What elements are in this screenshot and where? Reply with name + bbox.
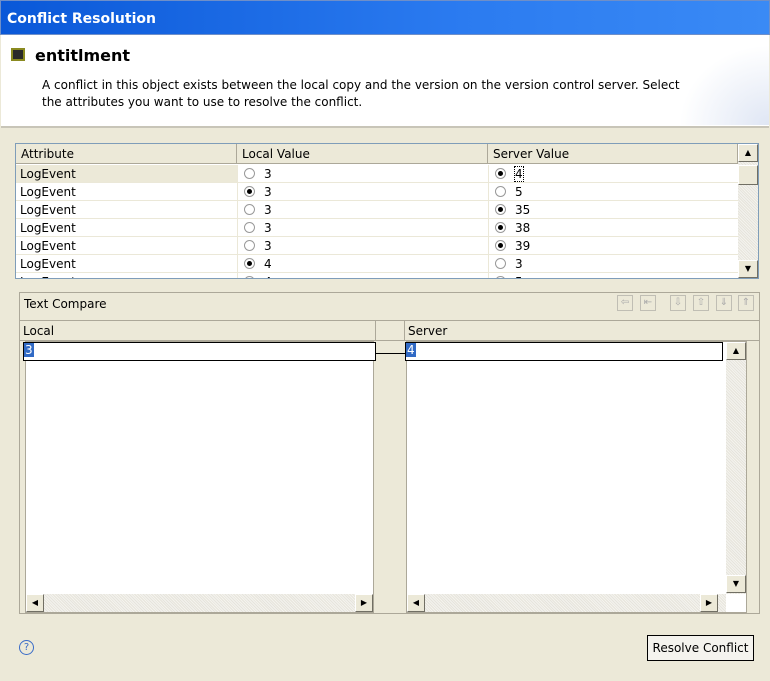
table-row[interactable]: LogEvent 3 5 (16, 183, 738, 201)
local-header: Local (20, 320, 375, 341)
server-radio[interactable] (495, 222, 506, 233)
server-text-pane[interactable]: 4 ▲ ▼ ◀ ▶ (405, 341, 747, 613)
previous-difference-icon[interactable]: ⇧ (693, 295, 709, 311)
object-title: entitlment (35, 46, 131, 65)
server-value: 5 (515, 275, 523, 278)
server-radio[interactable] (495, 258, 506, 269)
server-scroll-down[interactable]: ▼ (726, 575, 746, 593)
window-title: Conflict Resolution (7, 11, 156, 27)
table-row[interactable]: LogEvent 3 39 (16, 237, 738, 255)
server-radio[interactable] (495, 168, 506, 179)
local-value: 3 (264, 167, 272, 181)
local-value-cell[interactable]: 4 (237, 273, 488, 278)
local-value: 3 (264, 203, 272, 217)
scroll-down-button[interactable]: ▼ (738, 260, 758, 278)
server-value: 35 (515, 203, 531, 217)
server-scroll-up[interactable]: ▲ (726, 342, 746, 360)
local-radio[interactable] (244, 168, 255, 179)
column-header-server[interactable]: Server Value (488, 144, 738, 164)
server-text: 4 (406, 343, 416, 357)
local-radio[interactable] (244, 276, 255, 278)
server-value-cell[interactable]: 4 (488, 165, 738, 183)
local-radio[interactable] (244, 204, 255, 215)
server-radio[interactable] (495, 276, 506, 278)
text-compare-title: Text Compare (24, 297, 107, 311)
server-value-cell[interactable]: 38 (488, 219, 738, 237)
local-radio[interactable] (244, 222, 255, 233)
server-scroll-left[interactable]: ◀ (407, 594, 425, 612)
description: A conflict in this object exists between… (42, 78, 680, 109)
local-value: 3 (264, 239, 272, 253)
server-diff-line[interactable]: 4 (405, 342, 723, 361)
local-radio[interactable] (244, 240, 255, 251)
local-value-cell[interactable]: 4 (237, 255, 488, 273)
previous-change-icon[interactable]: ⇑ (738, 295, 754, 311)
help-icon[interactable]: ? (19, 640, 34, 655)
table-row[interactable]: LogEvent 3 38 (16, 219, 738, 237)
local-value-cell[interactable]: 3 (237, 237, 488, 255)
local-text-pane[interactable]: 3 ◀ ▶ (23, 341, 376, 613)
local-value: 3 (264, 185, 272, 199)
server-vscrollbar[interactable] (726, 342, 746, 594)
local-scroll-right[interactable]: ▶ (355, 594, 373, 612)
server-value-cell[interactable]: 39 (488, 237, 738, 255)
local-value-cell[interactable]: 3 (237, 201, 488, 219)
center-header (375, 320, 405, 341)
attribute-cell: LogEvent (20, 239, 76, 253)
server-value: 4 (514, 166, 524, 182)
local-value-cell[interactable]: 3 (237, 219, 488, 237)
server-value: 38 (515, 221, 531, 235)
local-value: 4 (264, 275, 272, 278)
local-value-cell[interactable]: 3 (237, 183, 488, 201)
server-value: 39 (515, 239, 531, 253)
resolve-conflict-button[interactable]: Resolve Conflict (647, 635, 754, 661)
local-hscrollbar[interactable] (26, 594, 373, 612)
server-value: 5 (515, 185, 523, 199)
scroll-thumb[interactable] (738, 165, 758, 185)
scroll-up-button[interactable]: ▲ (738, 144, 758, 162)
local-value: 3 (264, 221, 272, 235)
table-row[interactable]: LogEvent 4 5 (16, 273, 738, 278)
server-value-cell[interactable]: 5 (488, 273, 738, 278)
table-row[interactable]: LogEvent 4 3 (16, 255, 738, 273)
server-value-cell[interactable]: 3 (488, 255, 738, 273)
next-difference-icon[interactable]: ⇩ (670, 295, 686, 311)
copy-current-left-icon[interactable]: ⇤ (640, 295, 656, 311)
server-scroll-right[interactable]: ▶ (700, 594, 718, 612)
attribute-cell: LogEvent (20, 185, 76, 199)
conflict-table: Attribute Local Value Server Value LogEv… (15, 143, 759, 279)
server-hscrollbar[interactable] (407, 594, 726, 612)
object-icon (11, 48, 25, 61)
local-text: 3 (24, 343, 34, 357)
server-value: 3 (515, 257, 523, 271)
attribute-cell: LogEvent (20, 221, 76, 235)
copy-left-icon[interactable]: ⇦ (617, 295, 633, 311)
dialog-header: entitlment A conflict in this object exi… (1, 35, 769, 128)
server-value-cell[interactable]: 35 (488, 201, 738, 219)
server-radio[interactable] (495, 204, 506, 215)
server-radio[interactable] (495, 240, 506, 251)
table-row[interactable]: LogEvent 3 35 (16, 201, 738, 219)
column-header-local[interactable]: Local Value (237, 144, 488, 164)
server-radio[interactable] (495, 186, 506, 197)
local-radio[interactable] (244, 186, 255, 197)
local-radio[interactable] (244, 258, 255, 269)
server-value-cell[interactable]: 5 (488, 183, 738, 201)
server-header: Server (405, 320, 759, 341)
local-value: 4 (264, 257, 272, 271)
local-value-cell[interactable]: 3 (237, 165, 488, 183)
attribute-cell: LogEvent (20, 167, 76, 181)
title-bar: Conflict Resolution (0, 0, 770, 35)
text-compare-panel: Text Compare ⇦ ⇤ ⇩ ⇧ ⇓ ⇑ Local Server 3 … (19, 292, 760, 614)
attribute-cell: LogEvent (16, 273, 237, 278)
attribute-cell: LogEvent (20, 257, 76, 271)
column-header-attribute[interactable]: Attribute (16, 144, 237, 164)
table-row[interactable]: LogEvent 3 4 (16, 165, 738, 183)
diff-connector (375, 353, 405, 354)
attribute-cell: LogEvent (20, 203, 76, 217)
local-scroll-left[interactable]: ◀ (26, 594, 44, 612)
next-change-icon[interactable]: ⇓ (716, 295, 732, 311)
local-diff-line[interactable]: 3 (23, 342, 376, 361)
